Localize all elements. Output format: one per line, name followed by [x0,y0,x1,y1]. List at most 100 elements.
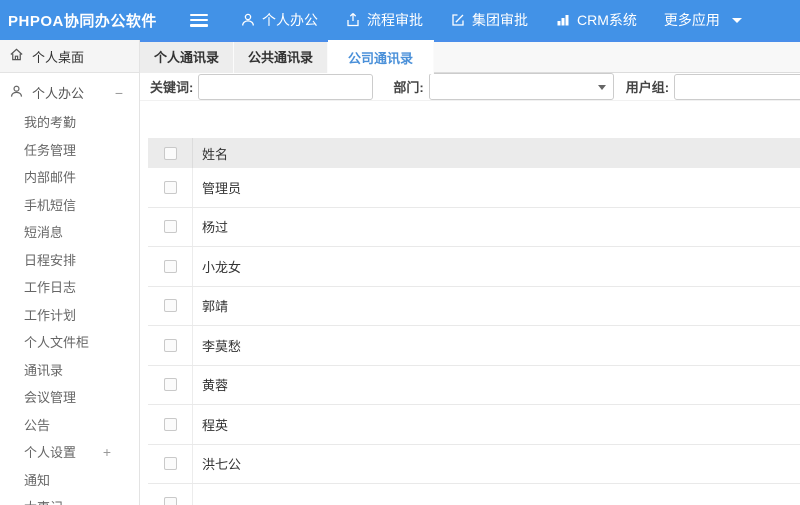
top-nav: 个人办公 流程审批 集团审批 CRM系统 更多应用 [240,10,742,30]
row-checkbox[interactable] [163,378,177,392]
sidebar-item-tasks[interactable]: 任务管理 [0,136,139,164]
row-checkbox[interactable] [163,457,177,471]
main-content: 个人通讯录 公共通讯录 公司通讯录 关键词: 部门: 用户组: 姓名 管理员 杨… [140,40,800,505]
nav-personal-office[interactable]: 个人办公 [240,10,318,30]
table-row[interactable]: 李莫愁 [148,326,800,366]
contact-name: 郭靖 [192,286,800,325]
sidebar-item-label: 个人设置 [24,445,77,461]
table-header-row: 姓名 [148,138,800,168]
tab-personal-contacts[interactable]: 个人通讯录 [140,40,235,73]
table-row[interactable]: 杨过 [148,207,800,247]
table-row[interactable]: 郭靖 [148,286,800,326]
contact-name [192,484,800,505]
contact-name: 李莫愁 [192,326,800,365]
tab-label: 公司通讯录 [348,50,414,66]
sidebar-item-label: 短消息 [24,225,64,241]
sidebar-item-label: 通讯录 [24,362,64,378]
sidebar-item-internal-mail[interactable]: 内部邮件 [0,163,139,191]
sidebar-item-work-plan[interactable]: 工作计划 [0,301,139,329]
tab-label: 公共通讯录 [248,50,314,65]
edit-square-icon [450,12,466,28]
hamburger-menu-icon[interactable] [190,13,208,27]
contact-name: 黄蓉 [192,365,800,404]
expand-icon[interactable]: + [103,444,111,460]
row-checkbox[interactable] [163,299,177,313]
sidebar-item-label: 通知 [24,472,51,488]
department-label: 部门: [393,80,424,95]
nav-group-approval[interactable]: 集团审批 [450,10,528,30]
nav-item-label: CRM系统 [577,12,637,28]
sidebar-item-label: 个人桌面 [32,49,85,65]
sidebar-item-announcements[interactable]: 公告 [0,411,139,439]
sidebar-item-personal-desktop[interactable]: 个人桌面 [0,40,139,73]
row-checkbox[interactable] [163,180,177,194]
nav-more-apps[interactable]: 更多应用 [664,10,742,30]
contact-name: 管理员 [192,168,800,207]
app-window: PHPOA协同办公软件 个人办公 流程审批 集团审批 CRM系统 更多应用 个人… [0,0,800,505]
nav-item-label: 集团审批 [472,12,528,28]
sidebar-item-label: 会议管理 [24,390,77,406]
contact-name: 杨过 [192,207,800,246]
sidebar-item-personal-settings[interactable]: 个人设置 + [0,438,139,466]
contact-name: 洪七公 [192,444,800,483]
contact-name: 小龙女 [192,247,800,286]
sidebar-item-notifications[interactable]: 通知 [0,466,139,494]
usergroup-input[interactable] [674,73,800,100]
nav-item-label: 更多应用 [663,12,720,28]
row-checkbox[interactable] [163,338,177,352]
sidebar-item-attendance[interactable]: 我的考勤 [0,108,139,136]
sidebar-item-schedule[interactable]: 日程安排 [0,246,139,274]
sidebar-item-contacts[interactable]: 通讯录 [0,356,139,384]
table-row[interactable]: 管理员 [148,168,800,208]
sidebar-item-work-log[interactable]: 工作日志 [0,273,139,301]
table-row[interactable]: 小龙女 [148,247,800,287]
top-bar: PHPOA协同办公软件 个人办公 流程审批 集团审批 CRM系统 更多应用 [0,0,800,40]
sidebar-item-milestones[interactable]: 大事记 [0,493,139,505]
sidebar-item-label: 日程安排 [24,252,77,268]
table-row[interactable]: 程英 [148,405,800,445]
sidebar-group-label: 个人办公 [32,86,85,101]
select-all-checkbox[interactable] [163,146,177,160]
nav-flow-approval[interactable]: 流程审批 [345,10,423,30]
sidebar-item-label: 公告 [24,417,51,433]
row-checkbox[interactable] [163,220,177,234]
row-checkbox[interactable] [163,496,177,505]
caret-down-icon [731,17,742,23]
tab-public-contacts[interactable]: 公共通讯录 [234,40,329,73]
tab-company-contacts[interactable]: 公司通讯录 [328,40,435,74]
sidebar-group-personal-office[interactable]: 个人办公 − [0,77,139,108]
row-checkbox[interactable] [163,259,177,273]
table-row[interactable]: 黄蓉 [148,365,800,405]
app-title: PHPOA协同办公软件 [8,12,157,30]
sidebar-item-meetings[interactable]: 会议管理 [0,383,139,411]
contacts-table: 姓名 管理员 杨过 小龙女 郭靖 李莫愁 黄蓉 程英 洪七公 [148,138,800,505]
person-icon [9,84,24,102]
sidebar-item-sms[interactable]: 手机短信 [0,191,139,219]
sidebar-item-file-cabinet[interactable]: 个人文件柜 [0,328,139,356]
sidebar-item-short-message[interactable]: 短消息 [0,218,139,246]
table-row[interactable]: 洪七公 [148,444,800,484]
sidebar-item-label: 大事记 [24,497,63,505]
usergroup-label: 用户组: [625,80,670,95]
bar-chart-icon [555,12,571,28]
nav-item-label: 个人办公 [262,12,318,28]
sidebar-item-label: 任务管理 [24,142,77,158]
nav-item-label: 流程审批 [367,12,423,28]
tab-label: 个人通讯录 [154,50,220,65]
keyword-label: 关键词: [150,80,194,95]
row-checkbox[interactable] [163,417,177,431]
page-body: 个人桌面 个人办公 − 我的考勤 任务管理 内部邮件 手机短信 短消息 日程安排… [0,40,800,505]
department-select[interactable] [428,73,614,100]
sidebar-item-label: 工作日志 [24,280,77,296]
sidebar-item-label: 个人文件柜 [24,335,90,351]
collapse-icon[interactable]: − [115,85,123,101]
name-column-header: 姓名 [192,138,800,168]
tab-bar: 个人通讯录 公共通讯录 公司通讯录 [140,40,800,74]
sidebar-item-label: 工作计划 [24,307,77,323]
flow-approval-icon [345,12,361,28]
keyword-input[interactable] [198,73,374,100]
contact-name: 程英 [192,405,800,444]
table-row[interactable] [148,484,800,505]
filter-bar: 关键词: 部门: 用户组: [140,73,800,101]
nav-crm-system[interactable]: CRM系统 [555,10,637,30]
